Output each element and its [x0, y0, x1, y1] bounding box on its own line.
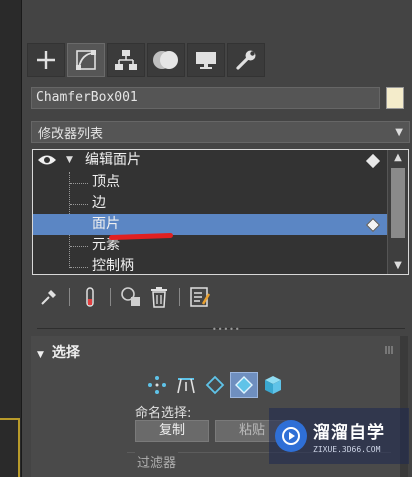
modifier-list-dropdown[interactable]: 修改器列表 ▼: [31, 121, 410, 143]
stack-item-label: 编辑面片: [85, 152, 141, 168]
modifier-stack: ▼ 编辑面片 顶点 边 面片 元素 控制柄 ▲ ▼: [32, 149, 409, 275]
watermark-text: 溜溜自学 ZIXUE.3D66.COM: [313, 418, 385, 454]
make-unique-button[interactable]: [117, 284, 145, 310]
cube-icon: [265, 376, 281, 394]
stack-item-edge[interactable]: 边: [33, 193, 387, 214]
element-level-button[interactable]: [259, 372, 287, 398]
subobject-level-buttons: [143, 372, 288, 398]
toolbar-separator: [69, 288, 70, 306]
remove-modifier-button[interactable]: [145, 284, 173, 310]
tab-hierarchy[interactable]: [107, 43, 145, 77]
edge-icon: [177, 378, 195, 394]
toolbar-separator: [110, 288, 111, 306]
configure-modifier-sets-button[interactable]: [186, 284, 214, 310]
stack-item-edit-patch[interactable]: ▼ 编辑面片: [33, 150, 387, 171]
trash-icon: [151, 287, 167, 308]
motion-icon: [153, 51, 178, 69]
modify-curve-icon: [76, 50, 96, 70]
eye-icon[interactable]: [37, 153, 57, 167]
copy-button[interactable]: 复制: [135, 420, 209, 442]
test-tube-icon: [86, 287, 94, 307]
stack-item-label: 面片: [92, 216, 120, 232]
patch-level-button[interactable]: [230, 372, 258, 398]
toolbar-separator: [179, 288, 180, 306]
filter-label: 过滤器: [135, 452, 179, 471]
show-end-result-button[interactable]: [76, 284, 104, 310]
watermark-url: ZIXUE.3D66.COM: [313, 445, 381, 454]
tab-utilities[interactable]: [227, 43, 265, 77]
stack-item-label: 控制柄: [92, 258, 134, 274]
expand-triangle-icon[interactable]: ▼: [66, 150, 73, 171]
stack-item-handle[interactable]: 控制柄: [33, 256, 387, 274]
diamond-outline-icon: [205, 375, 225, 395]
watermark-logo-icon: [275, 420, 307, 452]
pin-stack-button[interactable]: [35, 284, 63, 310]
divider-grip[interactable]: •••••: [212, 325, 241, 334]
rollout-grip[interactable]: [385, 346, 393, 354]
command-panel: ChamferBox001 修改器列表 ▼ ▼ 编辑面片 顶点 边 面片 元素 …: [23, 0, 412, 477]
chevron-down-icon: ▼: [395, 126, 403, 138]
hierarchy-icon: [115, 50, 137, 70]
watermark: 溜溜自学 ZIXUE.3D66.COM: [269, 408, 409, 464]
viewport-active-border: [0, 418, 20, 477]
tab-motion[interactable]: [147, 43, 185, 77]
rollout-header[interactable]: ▼ 选择: [37, 342, 80, 362]
stack-item-patch[interactable]: 面片: [33, 214, 387, 235]
tab-display[interactable]: [187, 43, 225, 77]
stack-item-label: 顶点: [92, 174, 120, 190]
vertex-level-button[interactable]: [143, 372, 171, 398]
stack-item-label: 边: [92, 195, 106, 211]
chevron-down-icon[interactable]: ▼: [388, 258, 408, 274]
watermark-title: 溜溜自学: [313, 423, 385, 443]
pin-icon: [41, 290, 56, 305]
scroll-thumb[interactable]: [391, 168, 405, 238]
display-icon: [196, 52, 216, 69]
command-panel-tabs: [27, 43, 407, 79]
named-selection-label: 命名选择:: [135, 406, 192, 421]
expand-triangle-icon: ▼: [37, 350, 44, 360]
vertex-icon: [148, 376, 166, 394]
edge-level-button[interactable]: [172, 372, 200, 398]
tab-create[interactable]: [27, 43, 65, 77]
stack-scrollbar[interactable]: ▲ ▼: [387, 150, 408, 274]
stack-item-vertex[interactable]: 顶点: [33, 172, 387, 193]
modifier-list-label: 修改器列表: [38, 126, 104, 142]
rollout-title: 选择: [51, 345, 80, 361]
configure-sets-icon: [190, 287, 211, 307]
diamond-icon: [365, 217, 381, 233]
plus-icon: [37, 51, 55, 69]
chevron-up-icon[interactable]: ▲: [388, 150, 408, 166]
wrench-icon: [236, 50, 256, 70]
viewport-strip: [0, 0, 22, 477]
patch-outline-level-button[interactable]: [201, 372, 229, 398]
stack-toolbar: [35, 283, 255, 311]
stack-item-element[interactable]: 元素: [33, 235, 387, 256]
tab-modify[interactable]: [67, 43, 105, 77]
object-name-row: ChamferBox001: [31, 86, 404, 110]
diamond-filled-icon: [235, 376, 253, 394]
object-color-swatch[interactable]: [386, 87, 404, 109]
object-name-field[interactable]: ChamferBox001: [31, 87, 381, 109]
diamond-icon: [365, 153, 381, 169]
make-unique-icon: [121, 287, 140, 306]
